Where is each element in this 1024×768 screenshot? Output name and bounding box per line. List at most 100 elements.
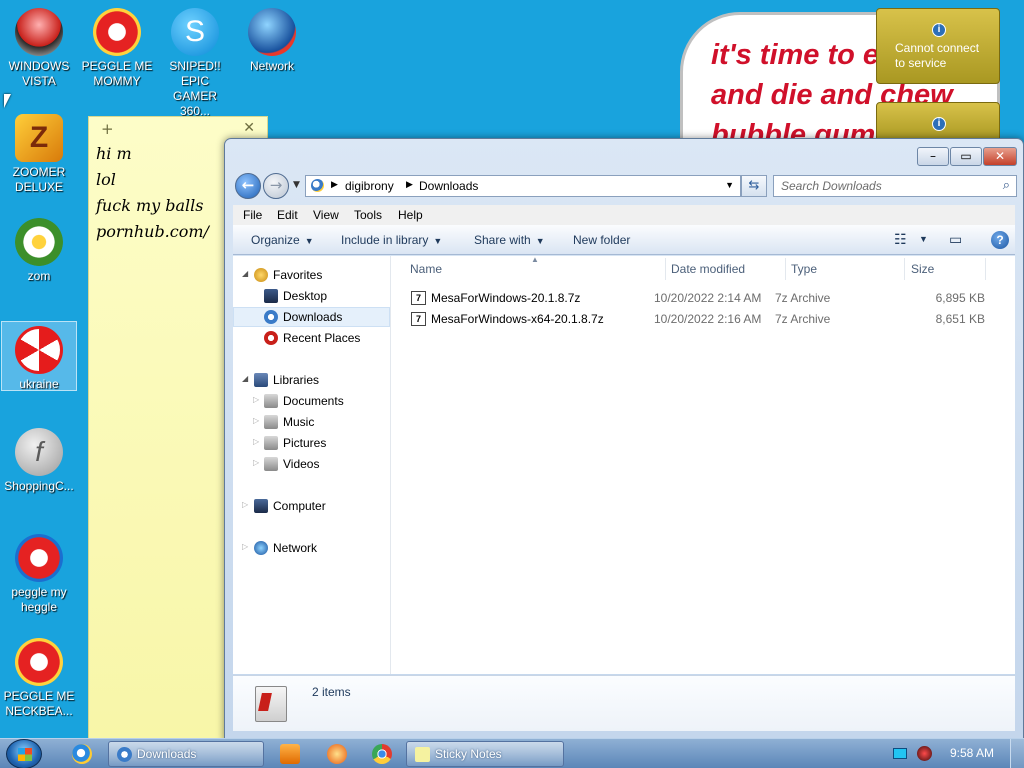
nav-videos[interactable]: ▷ Videos [233,454,390,474]
preview-pane-icon[interactable]: ▭ [949,231,962,248]
file-row[interactable]: 7 MesaForWindows-x64-20.1.8.7z 10/20/202… [409,309,999,330]
desktop-icon-label: PEGGLE ME NECKBEA... [3,689,75,718]
collapsed-arrow-icon[interactable]: ▷ [253,458,259,467]
organize-button[interactable]: Organize ▼ [251,233,314,247]
column-header-date-modified[interactable]: Date modified [671,262,745,276]
taskbar-item-sticky-notes[interactable]: Sticky Notes [406,741,564,767]
nav-network[interactable]: ▷ Network [233,538,390,558]
desktop-icon-peggle-me-neckbeard[interactable]: PEGGLE ME NECKBEA... [1,634,77,719]
forward-button[interactable]: → [263,173,289,199]
network-icon [254,541,268,555]
nav-desktop[interactable]: Desktop [233,286,390,306]
command-bar: Organize ▼ Include in library ▼ Share with… [233,225,1015,255]
collapsed-arrow-icon[interactable]: ▷ [253,395,259,404]
peggle-icon [15,638,63,686]
desktop-icon-label: ShoppingC... [4,479,74,493]
desktop-icon-zoomer-deluxe[interactable]: Z ZOOMER DELUXE [1,110,77,195]
taskbar: Downloads Sticky Notes 9:58 AM [0,738,1024,768]
nav-favorites[interactable]: ◢ Favorites [233,265,390,285]
breadcrumb-downloads[interactable]: Downloads [419,179,478,193]
desktop-icon-network[interactable]: Network [234,4,310,74]
collapsed-arrow-icon[interactable]: ▷ [253,416,259,425]
tray-action-center-icon[interactable] [893,748,907,759]
nav-downloads[interactable]: Downloads [233,307,390,327]
address-bar[interactable]: ▶ digibrony ▶ Downloads ▼ [305,175,741,197]
address-row: ← → ▼ ▶ digibrony ▶ Downloads ▼ ⇆ Search… [233,171,1017,201]
menu-tools[interactable]: Tools [354,208,382,222]
new-folder-button[interactable]: New folder [573,233,630,247]
maximize-button[interactable]: ▭ [950,147,982,166]
taskbar-clock[interactable]: 9:58 AM [950,746,994,760]
vista-orb-icon [15,8,63,56]
recent-pages-chevron-icon[interactable]: ▼ [293,180,300,190]
notification-tile[interactable]: i Cannot connect to service [876,8,1000,84]
menu-file[interactable]: File [243,208,262,222]
view-options-chevron-icon[interactable]: ▼ [919,234,928,244]
navigation-pane: ◢ Favorites Desktop Downloads Recent Pla… [233,256,391,674]
desktop-icon-peggle-me-mommy[interactable]: PEGGLE ME MOMMY [79,4,155,89]
start-button[interactable] [6,739,42,768]
column-header-size[interactable]: Size [911,262,934,276]
expand-arrow-icon[interactable]: ◢ [242,269,248,278]
media-player-icon[interactable] [280,744,300,764]
internet-explorer-icon[interactable] [72,744,92,764]
show-desktop-button[interactable] [1010,739,1024,768]
breadcrumb-chevron-icon[interactable]: ▶ [406,179,413,190]
search-input[interactable]: Search Downloads ⌕ [773,175,1017,197]
help-icon[interactable]: ? [991,231,1009,249]
nav-music[interactable]: ▷ Music [233,412,390,432]
breadcrumb-chevron-icon[interactable]: ▶ [331,179,338,190]
share-with-button[interactable]: Share with ▼ [474,233,545,247]
back-button[interactable]: ← [235,173,261,199]
taskbar-item-downloads[interactable]: Downloads [108,741,264,767]
collapsed-arrow-icon[interactable]: ▷ [242,542,248,551]
desktop-icon-label: Network [249,59,294,73]
column-separator[interactable] [904,258,905,280]
column-separator[interactable] [985,258,986,280]
file-list: ▲ Name Date modified Type Size 7 MesaFor… [393,255,1015,674]
collapsed-arrow-icon[interactable]: ▷ [242,500,248,509]
tray-volume-icon[interactable] [917,746,932,761]
column-separator[interactable] [785,258,786,280]
desktop-icon-label: ukraine [19,377,59,391]
address-dropdown-icon[interactable]: ▼ [725,180,734,190]
file-row[interactable]: 7 MesaForWindows-20.1.8.7z 10/20/2022 2:… [409,288,999,309]
desktop-icon-label: zom [27,269,51,283]
collapsed-arrow-icon[interactable]: ▷ [253,437,259,446]
desktop-icon-label: WINDOWS VISTA [8,59,70,88]
menu-help[interactable]: Help [398,208,423,222]
new-note-icon[interactable]: + [101,120,114,138]
menu-view[interactable]: View [313,208,339,222]
notification-tile-2[interactable]: i [876,102,1000,142]
desktop-icon-windows-vista[interactable]: WINDOWS VISTA [1,4,77,89]
desktop-icon-ukraine[interactable]: ukraine [1,321,77,391]
nav-computer[interactable]: ▷ Computer [233,496,390,516]
nav-libraries[interactable]: ◢ Libraries [233,370,390,390]
nav-pictures[interactable]: ▷ Pictures [233,433,390,453]
desktop-icon-sniped[interactable]: S SNIPED!! EPIC GAMER 360... [157,4,233,119]
close-note-icon[interactable]: ✕ [243,120,255,136]
nav-documents[interactable]: ▷ Documents [233,391,390,411]
column-separator[interactable] [665,258,666,280]
desktop-icon-shoppingc[interactable]: f ShoppingC... [1,424,77,494]
videos-icon [264,457,278,471]
desktop-icon-peggle-my-heggle[interactable]: peggle my heggle [1,530,77,615]
menu-edit[interactable]: Edit [277,208,298,222]
downloads-folder-icon [255,686,287,722]
change-view-icon[interactable]: ☷ [894,231,907,248]
chrome-icon[interactable] [372,744,392,764]
expand-arrow-icon[interactable]: ◢ [242,374,248,383]
search-icon[interactable]: ⌕ [1003,178,1010,193]
minimize-button[interactable]: – [917,147,949,166]
paint-icon[interactable] [327,744,347,764]
documents-icon [264,394,278,408]
column-header-type[interactable]: Type [791,262,817,276]
refresh-button[interactable]: ⇆ [741,175,767,197]
close-button[interactable]: ✕ [983,147,1017,166]
desktop-icon-zom[interactable]: zom [1,214,77,284]
include-in-library-button[interactable]: Include in library ▼ [341,233,442,247]
sort-ascending-icon: ▲ [531,255,539,264]
breadcrumb-digibrony[interactable]: digibrony [345,179,394,193]
nav-recent-places[interactable]: Recent Places [233,328,390,348]
column-header-name[interactable]: Name [410,262,442,276]
